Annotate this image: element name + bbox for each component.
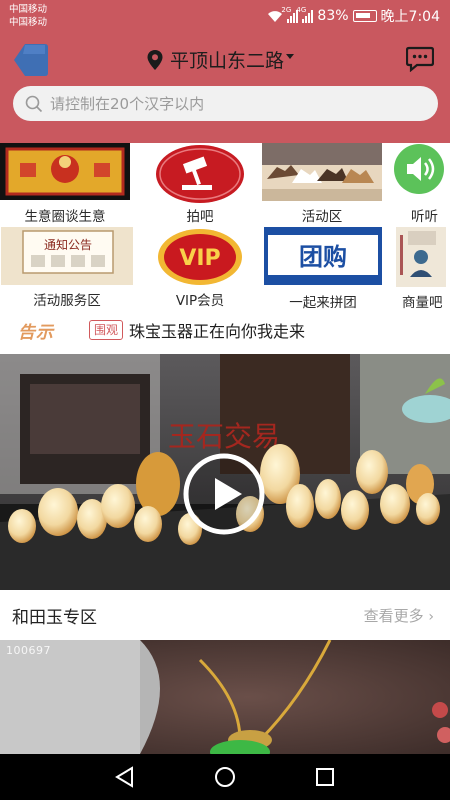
chevron-right-icon: › [428,608,434,625]
view-more-link[interactable]: 查看更多 › [364,605,434,626]
group-buy-image: 团购 [264,227,382,285]
battery-icon [352,10,377,22]
back-arrow-icon[interactable] [13,42,49,78]
category-grid: 生意圈谈生意 拍吧 活动区 听听 通知公告 活动服务区 VIP VIP会员 团购… [0,143,450,311]
status-bar: 中国移动 中国移动 2G 4G 83% 晚上7:04 [0,0,450,34]
battery-percent: 83% [317,8,349,24]
status-icons: 2G 4G 83% 晚上7:04 [267,6,440,26]
network-type-2: 4G [296,5,307,14]
carrier-info: 中国移动 中国移动 [9,3,47,29]
category-label: 活动服务区 [33,293,101,309]
category-service-zone[interactable]: 通知公告 活动服务区 [0,227,134,309]
category-discussion[interactable]: 商量吧 [396,227,450,311]
play-icon[interactable] [182,452,266,536]
product-code: 100697 [6,644,51,657]
dropdown-arrow-icon [286,53,295,59]
back-triangle-icon[interactable] [114,766,136,788]
product-image[interactable]: 100697 [0,640,450,754]
service-zone-image: 通知公告 [1,227,133,285]
discussion-image [396,227,446,287]
business-circle-image [0,143,130,200]
search-icon [25,95,43,112]
location-selector[interactable]: 平顶山东二路 [146,46,295,73]
carrier-line-1: 中国移动 [9,4,48,15]
category-label: 一起来拼团 [289,295,357,311]
notice-bar[interactable]: 告示 围观 珠宝玉器正在向你我走来 [0,312,450,348]
necklace-image [0,640,450,754]
nav-bar: 平顶山东二路 [0,38,450,82]
category-activity-zone[interactable]: 活动区 [262,143,382,225]
category-label: VIP会员 [175,293,225,309]
app-screen: 中国移动 中国移动 2G 4G 83% 晚上7:04 平顶山东二路 请控制在20… [0,0,450,800]
location-label: 平顶山东二路 [170,50,285,72]
search-input[interactable] [50,94,410,113]
carrier-line-2: 中国移动 [9,17,48,28]
listen-image [393,143,445,195]
category-listen[interactable]: 听听 [393,143,450,225]
network-type-1: 2G [281,5,292,14]
activity-zone-image [262,143,382,201]
signal-2-icon: 4G [296,6,314,23]
notice-tag: 围观 [89,320,124,340]
home-circle-icon[interactable] [214,766,236,788]
notice-board-text: 通知公告 [44,238,92,252]
vip-image: VIP [157,227,243,287]
category-label: 听听 [411,209,438,225]
category-label: 拍吧 [186,209,214,225]
message-icon[interactable] [406,46,434,72]
view-more-label: 查看更多 [363,606,424,625]
section-header: 和田玉专区 查看更多 › [0,595,450,635]
category-label: 活动区 [301,209,343,225]
clock: 晚上7:04 [380,9,440,25]
vip-badge-text: VIP [179,246,220,271]
banner-caption: 玉石交易 [168,420,280,453]
category-auction[interactable]: 拍吧 [150,143,250,225]
app-header: 中国移动 中国移动 2G 4G 83% 晚上7:04 平顶山东二路 请控制在20… [0,0,450,143]
category-label: 生意圈谈生意 [24,209,106,225]
recent-apps-icon[interactable] [314,766,336,788]
category-vip[interactable]: VIP VIP会员 [150,227,250,309]
notice-text: 珠宝玉器正在向你我走来 [129,322,306,341]
search-bar[interactable] [13,86,438,121]
location-pin-icon [147,49,163,70]
category-label: 商量吧 [402,295,443,311]
category-group-buy[interactable]: 团购 一起来拼团 [262,227,384,311]
auction-image [154,143,246,205]
section-title: 和田玉专区 [12,607,97,628]
group-buy-text: 团购 [299,243,347,271]
category-business-circle[interactable]: 生意圈谈生意 [0,143,130,225]
notice-logo: 告示 [18,322,54,343]
system-nav-bar [0,754,450,800]
